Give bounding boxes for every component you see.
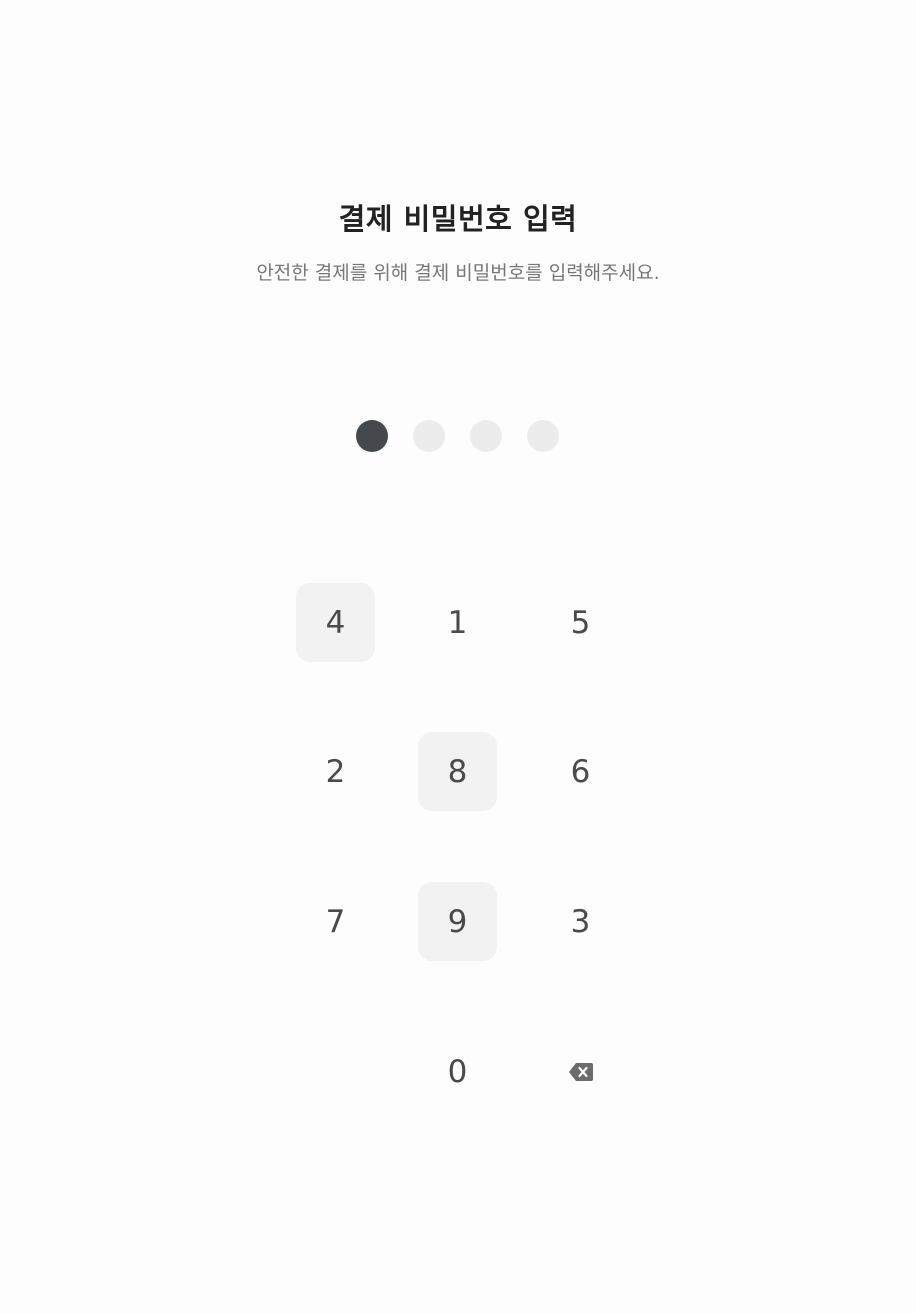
key-3[interactable]: 3 [541, 882, 620, 961]
key-8[interactable]: 8 [418, 732, 497, 811]
key-4[interactable]: 4 [296, 583, 375, 662]
key-2[interactable]: 2 [296, 732, 375, 811]
backspace-icon [568, 1062, 593, 1081]
pin-dot-1 [356, 420, 388, 452]
backspace-button[interactable] [541, 1032, 620, 1111]
payment-password-screen: 결제 비밀번호 입력 안전한 결제를 위해 결제 비밀번호를 입력해주세요. 4… [0, 0, 916, 1313]
pin-indicator [356, 420, 560, 452]
page-title: 결제 비밀번호 입력 [338, 202, 578, 236]
key-empty [296, 1032, 375, 1111]
number-keypad: 4 1 5 2 8 6 7 9 3 0 [296, 583, 620, 1111]
page-subtitle: 안전한 결제를 위해 결제 비밀번호를 입력해주세요. [256, 262, 660, 284]
key-0[interactable]: 0 [418, 1032, 497, 1111]
pin-dot-4 [527, 420, 559, 452]
key-1[interactable]: 1 [418, 583, 497, 662]
pin-dot-2 [413, 420, 445, 452]
key-7[interactable]: 7 [296, 882, 375, 961]
key-5[interactable]: 5 [541, 583, 620, 662]
key-6[interactable]: 6 [541, 732, 620, 811]
key-9[interactable]: 9 [418, 882, 497, 961]
pin-dot-3 [470, 420, 502, 452]
